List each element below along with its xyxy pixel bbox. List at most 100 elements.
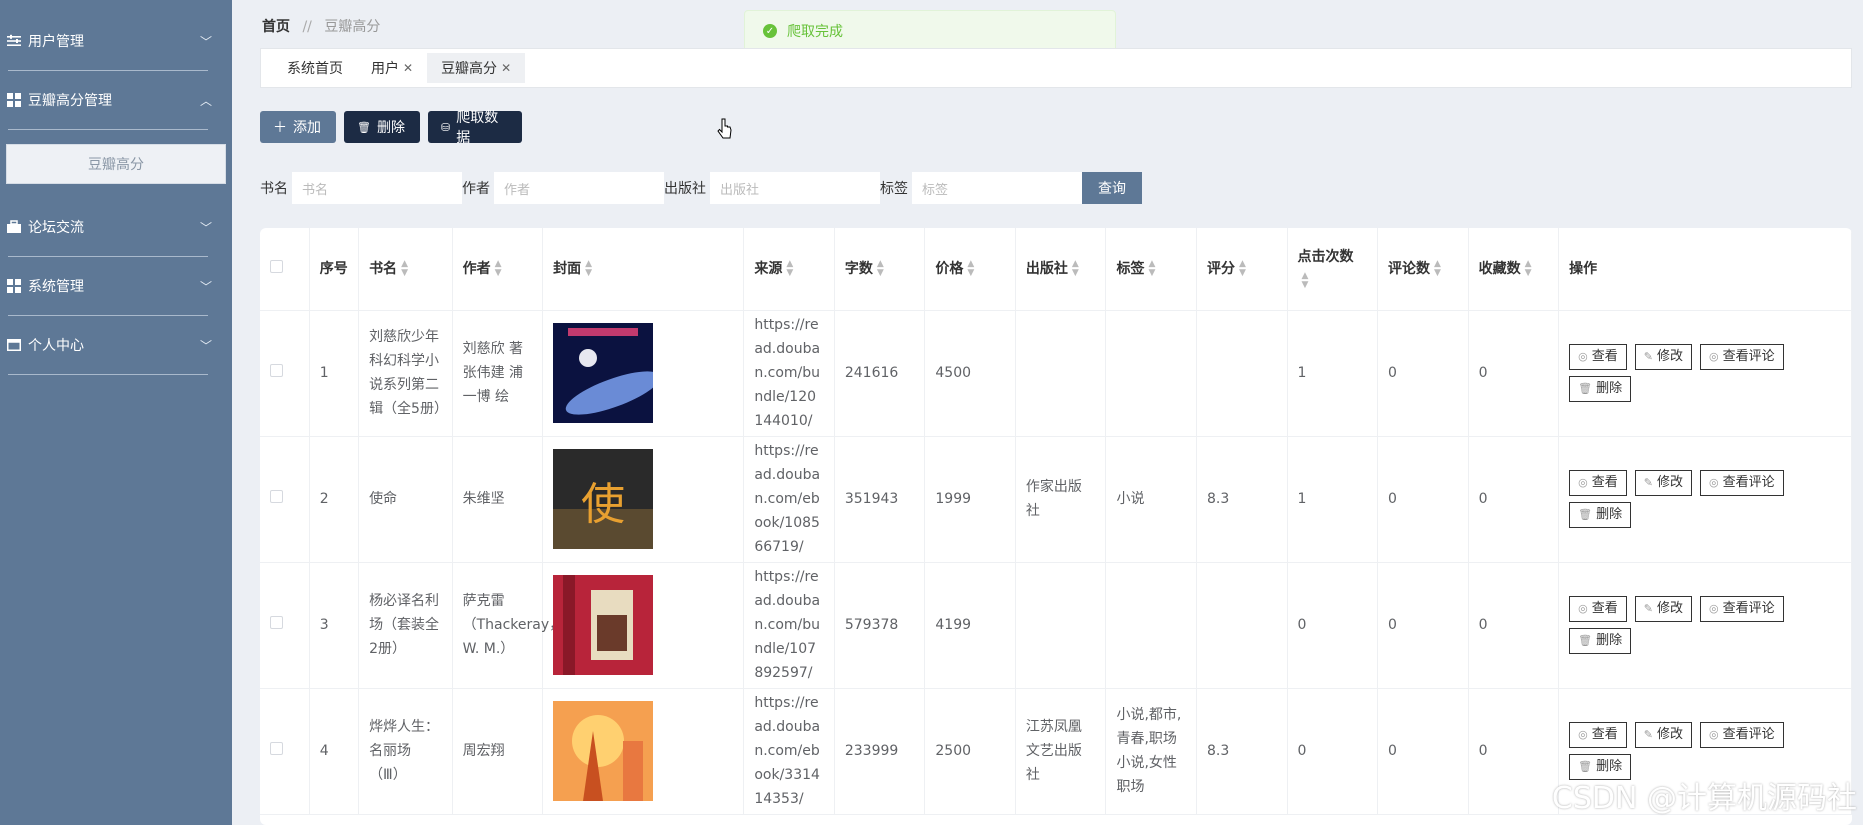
table-row: 3 杨必译名利场（套装全2册） 萨克雷（Thackeray，W. M.） https:… <box>260 562 1852 689</box>
rating <box>1196 310 1288 437</box>
column-header[interactable]: 点击次数 ▲ ▼ <box>1287 228 1379 311</box>
column-header[interactable]: 作者 ▲ ▼ <box>452 228 544 311</box>
sidebar-item-douban-high-score[interactable]: 豆瓣高分 <box>6 144 226 184</box>
tab-douban[interactable]: 豆瓣高分 ✕ <box>427 53 526 83</box>
menu-forum[interactable]: 论坛交流 ﹀ <box>0 198 232 257</box>
menu-system-management[interactable]: 系统管理 ﹀ <box>0 257 232 316</box>
rating: 8.3 <box>1196 436 1288 563</box>
check-circle-icon: ✓ <box>763 24 777 38</box>
column-header[interactable]: 书名 ▲ ▼ <box>358 228 453 311</box>
publisher <box>1015 310 1107 437</box>
books-table: 序号 书名 ▲ ▼ 作者 ▲ ▼ 封面 ▲ ▼ 来源 ▲ ▼ 字数 ▲ ▼ 价格 ▲ ▼ 出版社 ▲ ▼ 标… <box>260 228 1852 825</box>
crawl-button[interactable]: ⛁ 爬取数据 <box>428 110 522 146</box>
edit-button[interactable]: ✎ 修改 <box>1634 596 1692 622</box>
tab-label: 用户 <box>371 61 399 77</box>
column-header[interactable]: 评分 ▲ ▼ <box>1196 228 1288 311</box>
edit-icon: ✎ <box>1643 728 1653 741</box>
book-cover-image <box>542 562 745 689</box>
row-checkbox[interactable] <box>260 310 310 437</box>
edit-icon: ✎ <box>1643 476 1653 489</box>
book-author: 萨克雷（Thackeray，W. M.） <box>452 562 563 689</box>
column-header[interactable]: 收藏数 ▲ ▼ <box>1468 228 1560 311</box>
tabs-bar: 系统首页 用户 ✕ 豆瓣高分 ✕ <box>260 48 1852 88</box>
mouse-cursor-icon <box>717 118 732 139</box>
author-input[interactable]: 作者 <box>494 172 664 204</box>
button-label: 查看 <box>1591 349 1618 364</box>
publisher-input[interactable]: 出版社 <box>710 172 880 204</box>
button-label: 删除 <box>1596 633 1623 648</box>
view-button[interactable]: ◎ 查看 <box>1569 344 1627 370</box>
row-checkbox[interactable] <box>260 562 310 689</box>
eye-icon: ◎ <box>1708 476 1719 489</box>
comment-count: 0 <box>1377 310 1469 437</box>
edit-button[interactable]: ✎ 修改 <box>1634 470 1692 496</box>
eye-icon: ◎ <box>1708 602 1719 615</box>
breadcrumb-home[interactable]: 首页 <box>262 19 290 35</box>
query-button[interactable]: 查询 <box>1082 172 1142 204</box>
sort-icon: ▲ ▼ <box>585 258 593 278</box>
search-label-publisher: 出版社 <box>664 181 706 197</box>
menu-personal-center[interactable]: 个人中心 ﹀ <box>0 316 232 375</box>
select-all-checkbox[interactable] <box>260 228 310 311</box>
row-delete-button[interactable]: 🗑 删除 <box>1569 376 1632 402</box>
menu-douban-management[interactable]: 豆瓣高分管理 ︿ 豆瓣高分 <box>0 71 232 198</box>
price: 2500 <box>924 688 1016 815</box>
tab-label: 系统首页 <box>287 61 343 77</box>
button-label: 删除 <box>376 120 405 136</box>
view-reviews-button[interactable]: ◎ 查看评论 <box>1699 722 1784 748</box>
row-number: 4 <box>309 688 360 815</box>
tags-input[interactable]: 标签 <box>912 172 1082 204</box>
tab-label: 豆瓣高分 <box>441 61 498 77</box>
tab-home[interactable]: 系统首页 <box>273 53 357 83</box>
chevron-down-icon: ﹀ <box>199 279 212 294</box>
column-header[interactable]: 标签 ▲ ▼ <box>1105 228 1197 311</box>
delete-button[interactable]: 🗑 删除 <box>344 111 420 143</box>
view-reviews-button[interactable]: ◎ 查看评论 <box>1699 596 1784 622</box>
watermark: CSDN @计算机源码社 <box>1551 781 1857 816</box>
row-delete-button[interactable]: 🗑 删除 <box>1569 502 1632 528</box>
close-icon[interactable]: ✕ <box>403 61 413 75</box>
button-label: 查看 <box>1591 475 1618 490</box>
row-actions: ◎ 查看 ✎ 修改 ◎ 查看评论 🗑 删除 <box>1558 310 1852 437</box>
edit-button[interactable]: ✎ 修改 <box>1634 722 1692 748</box>
view-reviews-button[interactable]: ◎ 查看评论 <box>1699 470 1784 496</box>
view-button[interactable]: ◎ 查看 <box>1569 722 1627 748</box>
book-cover-image <box>542 688 745 815</box>
sort-icon: ▲ ▼ <box>1301 270 1309 290</box>
chevron-down-icon: ﹀ <box>199 34 212 49</box>
column-header[interactable]: 价格 ▲ ▼ <box>924 228 1016 311</box>
search-bar: 书名 书名 作者 作者 出版社 出版社 标签 标签 查询 <box>260 172 1142 204</box>
word-count: 241616 <box>834 310 926 437</box>
menu-label: 个人中心 <box>28 338 84 354</box>
button-label: 删除 <box>1596 507 1623 522</box>
trash-icon: 🗑 <box>1578 508 1593 521</box>
favorite-count: 0 <box>1468 688 1560 815</box>
view-button[interactable]: ◎ 查看 <box>1569 596 1627 622</box>
edit-button[interactable]: ✎ 修改 <box>1634 344 1692 370</box>
sort-icon: ▲ ▼ <box>1148 258 1156 278</box>
button-label: 查看 <box>1591 727 1618 742</box>
column-header[interactable]: 评论数 ▲ ▼ <box>1377 228 1469 311</box>
column-header[interactable]: 封面 ▲ ▼ <box>542 228 745 311</box>
view-button[interactable]: ◎ 查看 <box>1569 470 1627 496</box>
column-header[interactable]: 出版社 ▲ ▼ <box>1015 228 1107 311</box>
column-header[interactable]: 来源 ▲ ▼ <box>743 228 835 311</box>
button-label: 修改 <box>1656 475 1683 490</box>
search-label-tags: 标签 <box>880 181 908 197</box>
book-title: 杨必译名利场（套装全2册） <box>358 562 453 689</box>
row-delete-button[interactable]: 🗑 删除 <box>1569 628 1632 654</box>
trash-icon: 🗑 <box>1578 634 1593 647</box>
view-reviews-button[interactable]: ◎ 查看评论 <box>1699 344 1784 370</box>
edit-icon: ✎ <box>1643 350 1653 363</box>
row-checkbox[interactable] <box>260 688 310 815</box>
column-header[interactable]: 字数 ▲ ▼ <box>834 228 926 311</box>
menu-user-management[interactable]: 用户管理 ﹀ <box>0 12 232 71</box>
row-number: 2 <box>309 436 360 563</box>
tab-users[interactable]: 用户 ✕ <box>357 53 427 83</box>
row-checkbox[interactable] <box>260 436 310 563</box>
add-button[interactable]: ＋ 添加 <box>260 111 336 143</box>
book-cover-image <box>542 310 745 437</box>
close-icon[interactable]: ✕ <box>501 61 511 75</box>
title-input[interactable]: 书名 <box>292 172 462 204</box>
trash-icon: 🗑 <box>1578 382 1593 395</box>
